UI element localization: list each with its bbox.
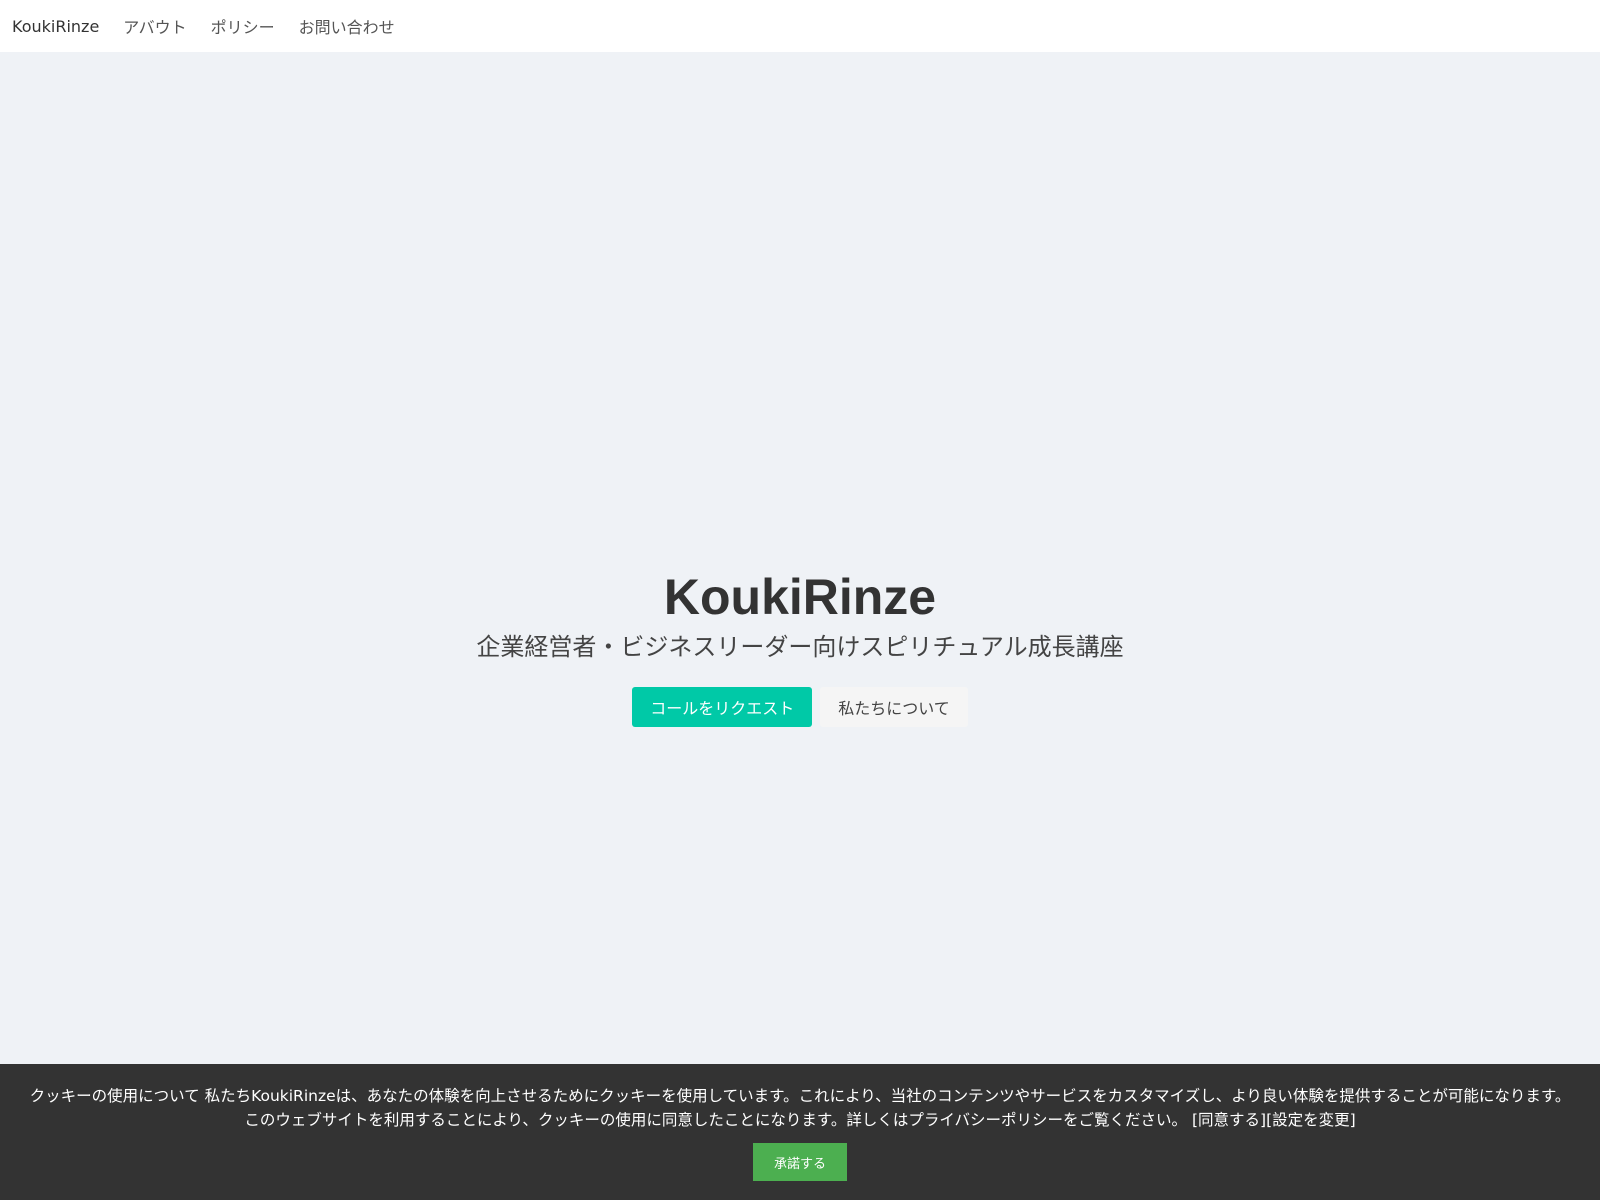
hero-button-group: コールをリクエスト 私たちについて [632,687,968,727]
hero-title: KoukiRinze [663,569,937,625]
hero-subtitle: 企業経営者・ビジネスリーダー向けスピリチュアル成長講座 [476,633,1124,661]
cookie-settings-link[interactable]: [設定を変更] [1266,1111,1356,1129]
cookie-agree-link[interactable]: [同意する] [1192,1111,1266,1129]
nav-link-contact[interactable]: お問い合わせ [299,14,395,38]
top-navbar: KoukiRinze アバウト ポリシー お問い合わせ [0,0,1600,52]
cookie-message: クッキーの使用について 私たちKoukiRinzeは、あなたの体験を向上させるた… [24,1084,1576,1132]
nav-link-about[interactable]: アバウト [123,14,186,38]
cookie-banner: クッキーの使用について 私たちKoukiRinzeは、あなたの体験を向上させるた… [0,1064,1600,1200]
cookie-accept-button[interactable]: 承諾する [753,1143,847,1181]
about-us-button[interactable]: 私たちについて [820,687,968,727]
request-call-button[interactable]: コールをリクエスト [632,687,813,727]
hero-section: KoukiRinze 企業経営者・ビジネスリーダー向けスピリチュアル成長講座 コ… [0,52,1600,1064]
hero-content: KoukiRinze 企業経営者・ビジネスリーダー向けスピリチュアル成長講座 コ… [476,569,1124,727]
nav-brand-link[interactable]: KoukiRinze [12,17,99,36]
nav-link-policy[interactable]: ポリシー [211,14,275,38]
